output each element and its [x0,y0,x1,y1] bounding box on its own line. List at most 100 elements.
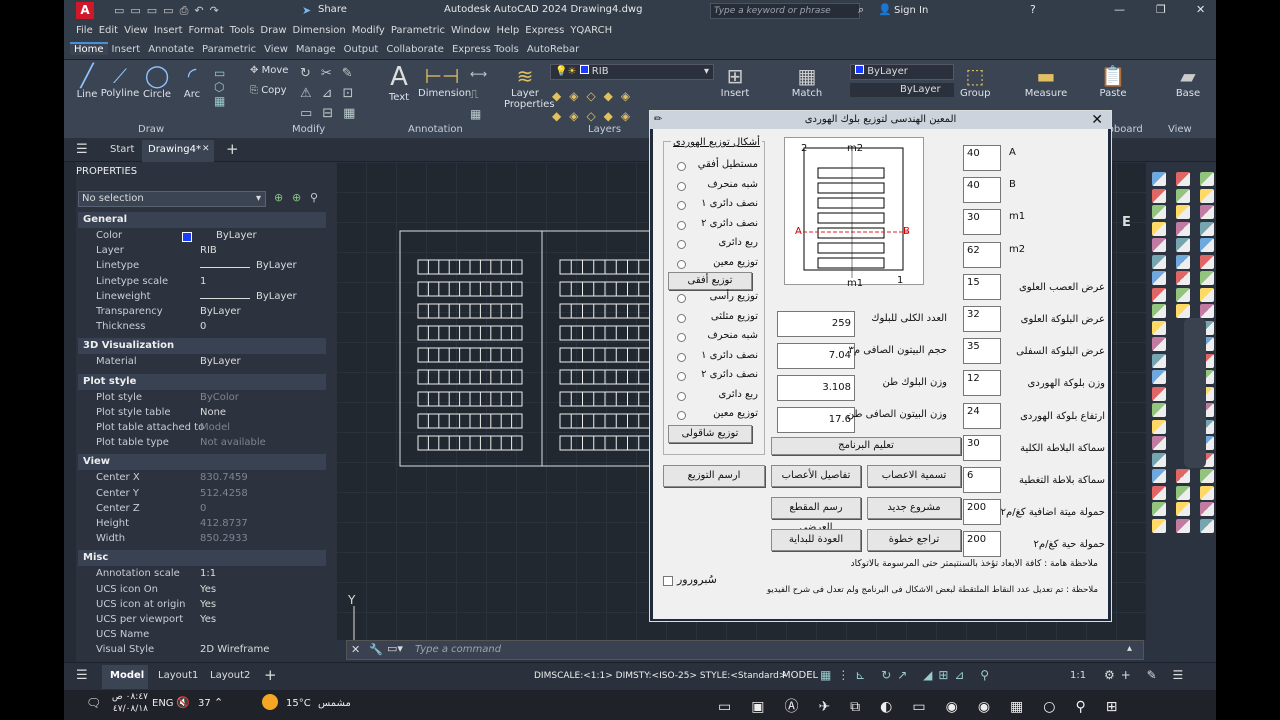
palette-side-strip[interactable] [64,162,76,662]
toolbar-tool-icon[interactable] [1152,452,1166,467]
toolbar-tool-icon[interactable] [1152,238,1166,252]
toolbar-tool-icon[interactable] [1152,221,1166,236]
property-value[interactable]: 850.2933 [200,533,248,544]
property-value[interactable]: 412.8737 [200,518,248,529]
insert-block-button[interactable]: ⊞ Insert [720,64,750,99]
menu-item-tools[interactable]: Tools [230,25,255,36]
quick-access-toolbar[interactable]: ▭▭▭▭⎙↶↷ [114,4,225,18]
property-value[interactable]: 0 [200,503,206,514]
result-field[interactable]: 17.6 [777,407,855,433]
property-row[interactable]: Linetype scale 1 [78,276,326,291]
model-space-toggle[interactable]: MODEL [782,670,818,681]
chevron-up-icon[interactable]: ⌃ [214,696,223,709]
rib-details-button[interactable]: تفاصيل الأعصاب [771,465,861,487]
section-view[interactable]: View [78,454,326,471]
menu-hamburger-icon[interactable]: ☰ [76,142,88,157]
shape-radio[interactable]: ربع دائرى [677,237,758,253]
toolbar-tool-icon[interactable] [1176,502,1190,516]
toolbar-tool-icon[interactable] [1176,485,1190,500]
color-dropdown[interactable]: ByLayer [850,64,954,80]
property-value[interactable]: ByLayer [200,356,241,367]
toolbar-tool-icon[interactable] [1152,419,1166,434]
polyline-button[interactable]: ⟋ Polyline [100,64,140,99]
property-value[interactable]: ByLayer [200,306,241,317]
property-row[interactable]: Plot style ByColor [78,392,326,407]
dialog-close-icon[interactable]: ✕ [1091,111,1103,129]
toolbar-tool-icon[interactable] [1176,238,1190,252]
close-icon[interactable]: ✕ [1196,3,1205,16]
autocad-logo-icon[interactable]: A [76,2,94,19]
result-field[interactable]: 7.04 [777,343,855,369]
toolbar-tool-icon[interactable] [1152,254,1166,269]
tab-layout1[interactable]: Layout1 [158,670,198,681]
selection-dropdown[interactable]: No selection ▾ [78,191,266,207]
section-misc[interactable]: Misc [78,550,326,567]
property-row[interactable]: Color ByLayer [78,230,326,245]
view-panel-title[interactable]: View [1168,124,1192,135]
radio-circle-icon[interactable] [677,259,686,269]
property-row[interactable]: Center Z 0 [78,503,326,518]
language-indicator[interactable]: ENG [152,698,174,709]
customize-icon[interactable]: 🔧 [369,643,383,656]
property-value[interactable]: None [200,407,226,418]
property-value[interactable]: Not available [200,437,266,448]
radio-circle-icon[interactable] [677,372,686,381]
property-value[interactable]: 830.7459 [200,472,248,483]
teach-program-button[interactable]: تعليم البرنامج [771,437,961,455]
menu-item-parametric[interactable]: Parametric [391,25,445,36]
tab-model[interactable]: Model [102,665,148,689]
shape-radio[interactable]: نصف دائرى ١ [677,350,758,366]
toolbar-tool-icon[interactable] [1200,518,1214,533]
annotation-panel-title[interactable]: Annotation [408,124,463,135]
property-row[interactable]: Transparency ByLayer [78,306,326,321]
radio-circle-icon[interactable] [677,391,686,401]
linetype-dropdown[interactable]: ByLayer [850,83,954,97]
shape-radio[interactable]: نصف دائرى ١ [677,198,758,214]
drafting-aids-icons[interactable]: ▦⋮⊾ ↻↗ ◢⊞⊿ ⚲ [820,668,995,682]
tab-drawing4[interactable]: Drawing4* ✕ [142,140,214,162]
toolbar-tool-icon[interactable] [1176,271,1190,285]
property-row[interactable]: UCS Name [78,629,326,644]
toolbar-tool-icon[interactable] [1176,287,1190,302]
line-button[interactable]: ╱ Line [72,64,102,100]
toolbar-tool-icon[interactable] [1176,221,1190,236]
param-field[interactable]: 32 [963,306,1001,332]
toolbar-tool-icon[interactable] [1200,502,1214,516]
result-field[interactable]: 259 [777,311,855,337]
maximize-icon[interactable]: ❐ [1156,3,1166,16]
property-row[interactable]: UCS icon On Yes [78,584,326,599]
new-project-button[interactable]: مشروع جديد [867,497,961,519]
notification-icon[interactable]: 🗨 [86,696,101,710]
layer-tools-icon[interactable]: ◆◈◇◆◈ ◆◈◇◆◈ [552,86,638,126]
ribbon-tab-express-tools[interactable]: Express Tools [448,44,523,55]
menu-item-edit[interactable]: Edit [99,25,118,36]
menu-item-insert[interactable]: Insert [154,25,183,36]
toolbar-tool-icon[interactable] [1152,271,1166,285]
toolbar-tool-icon[interactable] [1152,287,1166,302]
tab-start[interactable]: Start [110,144,134,155]
base-view-button[interactable]: ▰ Base [1172,64,1204,99]
toolbar-tool-icon[interactable] [1200,172,1214,186]
toolbar-tool-icon[interactable] [1176,172,1190,186]
toolbar-tool-icon[interactable] [1176,469,1190,483]
property-value[interactable]: ByLayer [216,230,257,241]
toggle-pickadd-icon[interactable]: ⊕ [274,191,283,204]
property-row[interactable]: Annotation scale 1:1 [78,568,326,583]
layout-menu-icon[interactable]: ☰ [76,668,88,683]
shape-radio[interactable]: شبه منحرف [677,179,758,195]
paste-button[interactable]: 📋 Paste [1098,64,1128,99]
property-row[interactable]: Lineweight ByLayer [78,291,326,306]
property-row[interactable]: UCS per viewport Yes [78,614,326,629]
param-field[interactable]: 30 [963,209,1001,236]
radio-circle-icon[interactable] [677,313,686,323]
menu-item-help[interactable]: Help [496,25,519,36]
arc-button[interactable]: ◜ Arc [178,64,206,100]
extra-checkbox[interactable] [663,576,673,586]
toolbar-tool-icon[interactable] [1200,485,1214,500]
ribbon-tab-collaborate[interactable]: Collaborate [382,44,448,55]
toolbar-tool-icon[interactable] [1152,304,1166,318]
toolbar-tool-icon[interactable] [1152,469,1166,483]
toolbar-tool-icon[interactable] [1176,188,1190,203]
cross-section-button[interactable]: رسم المقطع العرضى [771,497,861,533]
property-row[interactable]: Layer RIB [78,245,326,260]
